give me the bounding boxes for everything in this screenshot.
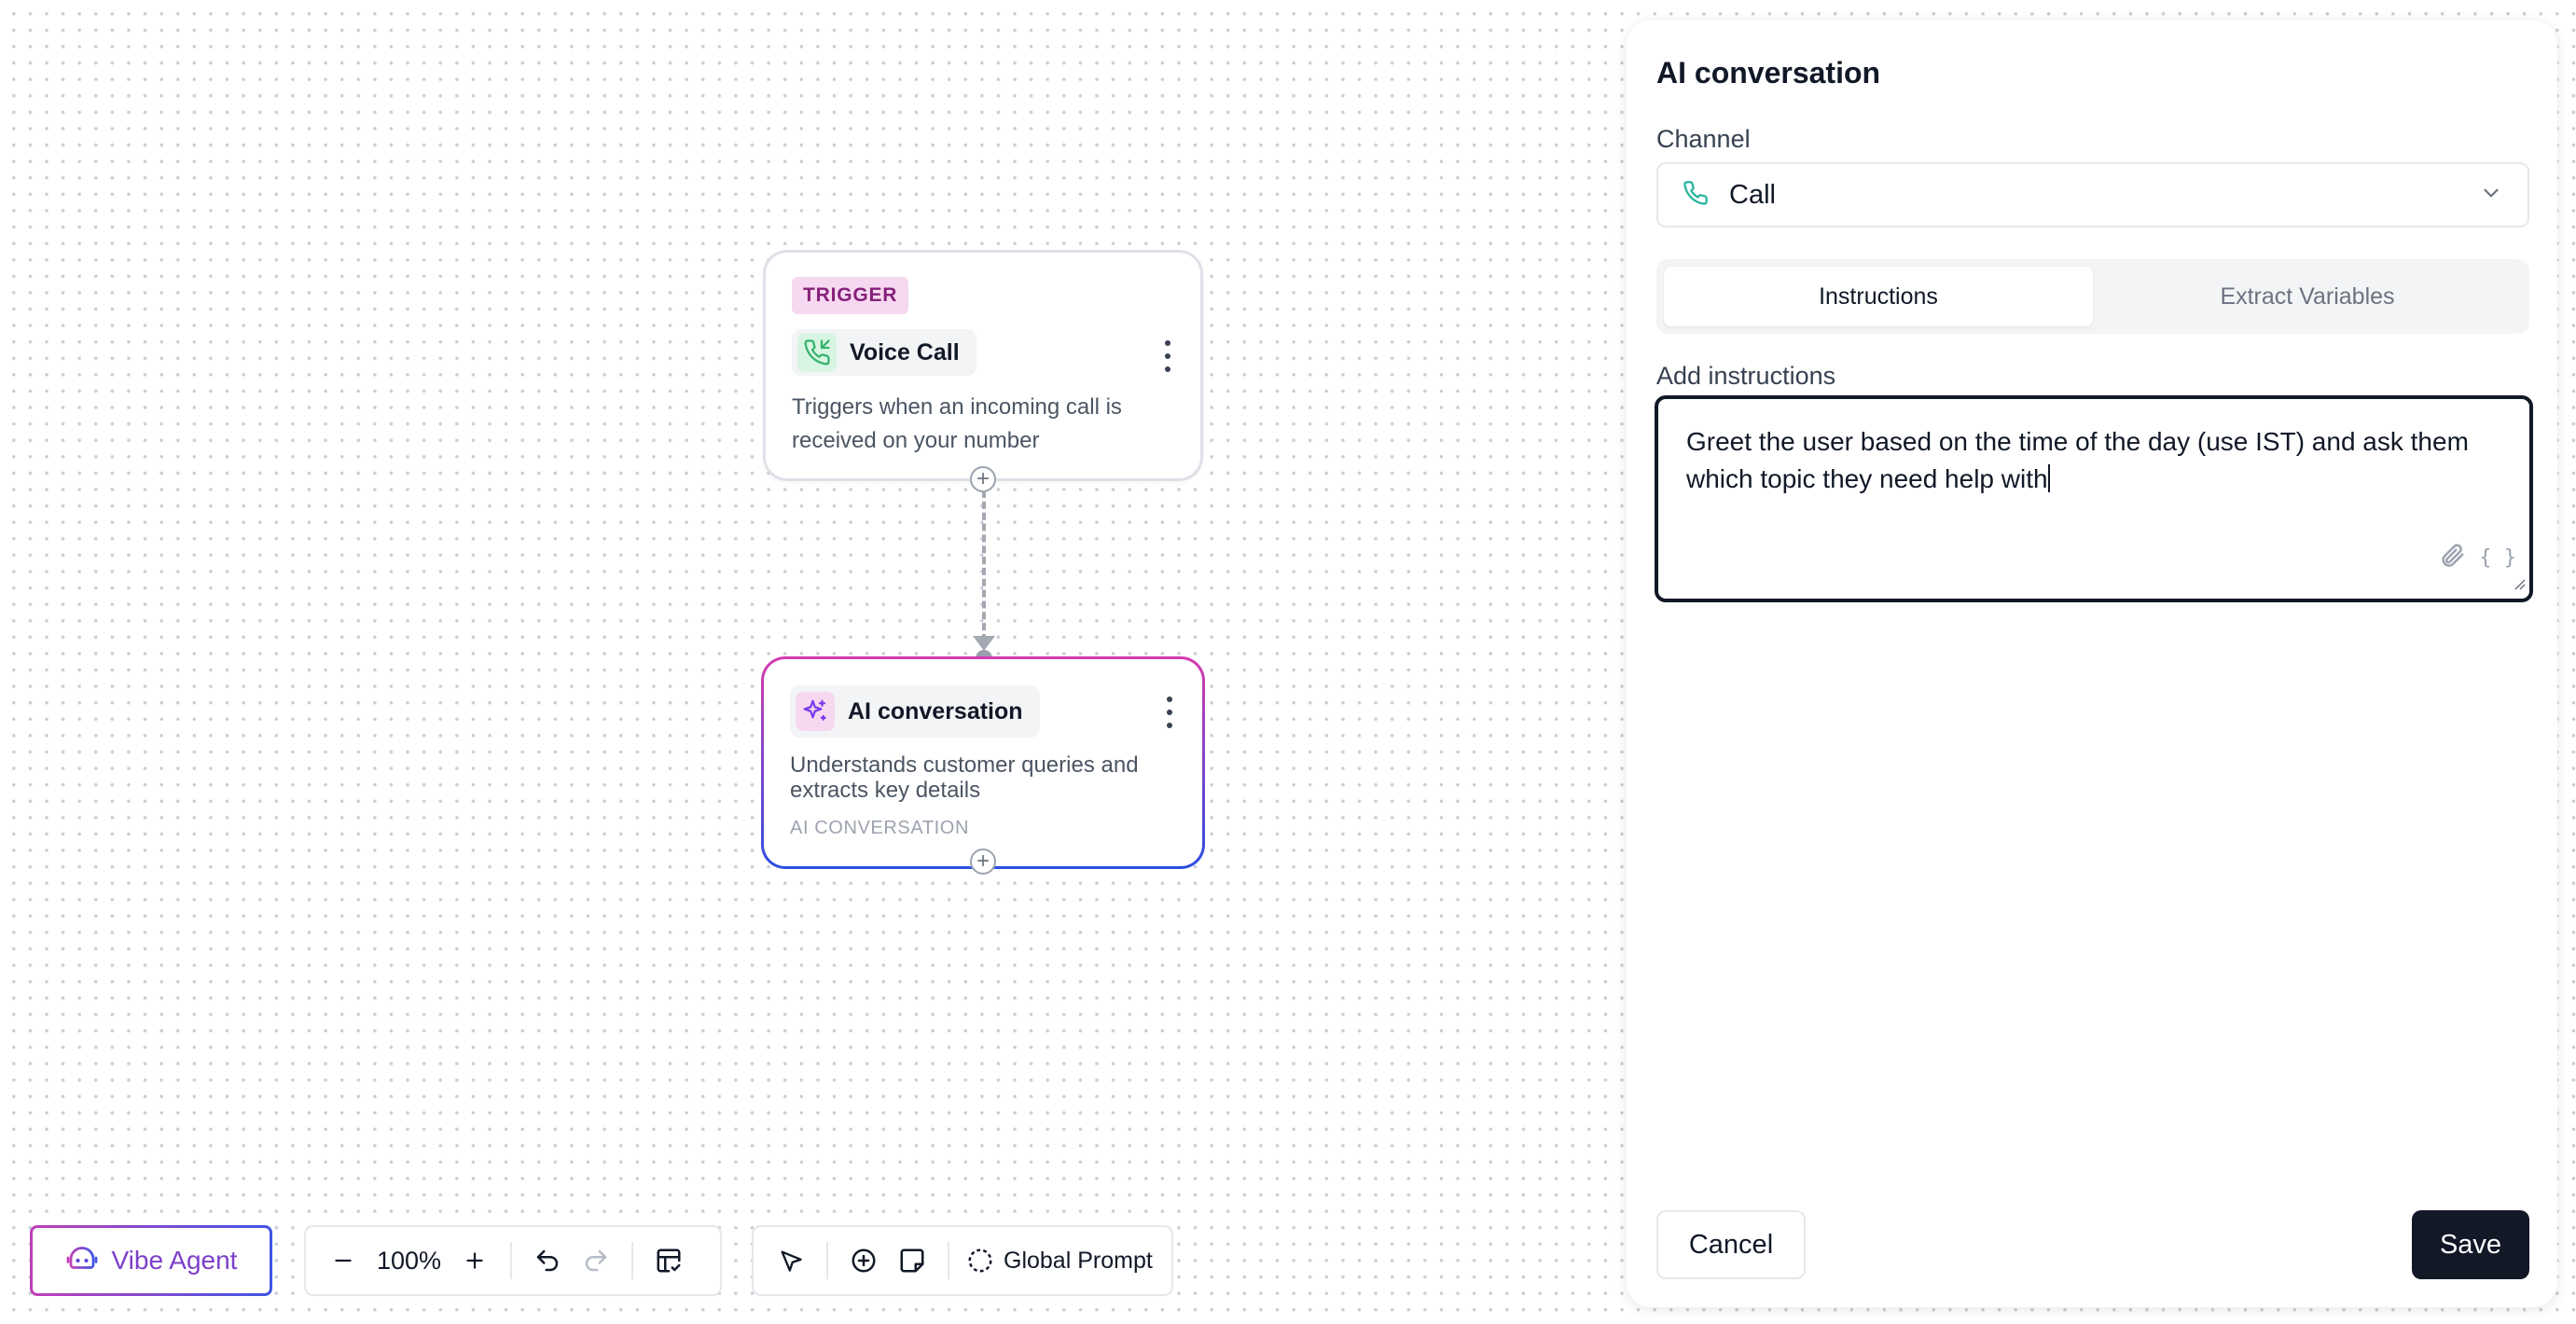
cancel-button[interactable]: Cancel (1656, 1210, 1806, 1279)
ai-node-description: Understands customer queries and extract… (790, 752, 1139, 803)
ai-node-add-handle[interactable]: + (970, 848, 996, 875)
vibe-agent-label: Vibe Agent (111, 1246, 238, 1275)
chevron-down-icon (2479, 181, 2503, 210)
trigger-node-title: Voice Call (850, 338, 960, 365)
panel-title: AI conversation (1656, 56, 1881, 90)
zoom-out-button[interactable] (319, 1236, 367, 1285)
undo-icon (536, 1249, 559, 1272)
edge-connector (982, 490, 986, 641)
trigger-node-menu-icon[interactable] (1163, 340, 1172, 372)
trigger-node-header: Voice Call (792, 329, 976, 376)
undo-button[interactable] (523, 1236, 572, 1285)
tab-instructions[interactable]: Instructions (1664, 267, 2093, 326)
tab-extract-variables[interactable]: Extract Variables (2093, 267, 2522, 326)
phone-incoming-icon (797, 333, 837, 372)
ai-node-title: AI conversation (848, 697, 1023, 724)
global-prompt-button[interactable]: Global Prompt (961, 1236, 1158, 1285)
toolbar-divider (510, 1242, 513, 1279)
pointer-icon (781, 1250, 802, 1272)
dashed-circle-icon (968, 1248, 992, 1273)
toolbar-divider (631, 1242, 634, 1279)
ai-node-header: AI conversation (790, 685, 1040, 738)
select-tool-button[interactable] (767, 1236, 815, 1285)
sticky-note-icon (900, 1248, 924, 1273)
panel-tabs: Instructions Extract Variables (1656, 259, 2529, 334)
toolbar-divider (948, 1242, 949, 1279)
trigger-badge: TRIGGER (792, 277, 909, 314)
text-caret (2047, 464, 2050, 492)
add-note-button[interactable] (888, 1236, 936, 1285)
channel-label: Channel (1656, 125, 1751, 153)
channel-select[interactable]: Call (1656, 162, 2529, 228)
instructions-label: Add instructions (1656, 362, 1836, 390)
redo-icon (585, 1249, 607, 1272)
ai-conversation-node[interactable]: AI conversation Understands customer que… (761, 656, 1205, 869)
ai-node-type-label: AI CONVERSATION (790, 818, 969, 838)
layout-button[interactable] (644, 1236, 693, 1285)
robot-icon (65, 1241, 99, 1281)
channel-value: Call (1729, 179, 1776, 210)
trigger-node-description: Triggers when an incoming call is receiv… (792, 394, 1122, 453)
plus-icon (466, 1252, 483, 1269)
redo-button[interactable] (572, 1236, 620, 1285)
sparkles-icon (796, 692, 835, 731)
trigger-add-handle[interactable]: + (970, 466, 996, 492)
instructions-textarea[interactable]: Greet the user based on the time of the … (1655, 395, 2533, 602)
toolbar-divider (826, 1242, 828, 1279)
zoom-level: 100% (377, 1246, 442, 1275)
resize-handle-icon[interactable] (2511, 575, 2526, 595)
node-config-panel: AI conversation Channel Call Instruction… (1627, 21, 2557, 1307)
zoom-toolbar: 100% (304, 1225, 722, 1296)
layout-check-icon (657, 1248, 681, 1273)
plus-circle-icon (852, 1248, 876, 1273)
paperclip-icon[interactable] (2438, 542, 2466, 574)
add-node-button[interactable] (839, 1236, 888, 1285)
instructions-value: Greet the user based on the time of the … (1686, 427, 2469, 493)
zoom-in-button[interactable] (450, 1236, 499, 1285)
variables-button[interactable]: { } (2479, 546, 2516, 570)
global-prompt-label: Global Prompt (1004, 1247, 1153, 1274)
phone-icon (1683, 180, 1709, 211)
save-button[interactable]: Save (2412, 1210, 2529, 1279)
vibe-agent-button[interactable]: Vibe Agent (30, 1225, 272, 1296)
ai-node-menu-icon[interactable] (1165, 696, 1174, 728)
edge-arrowhead (973, 636, 995, 651)
trigger-node-voice-call[interactable]: TRIGGER Voice Call Triggers when an inco… (763, 250, 1203, 481)
tools-toolbar: Global Prompt (752, 1225, 1173, 1296)
minus-icon (335, 1259, 352, 1262)
